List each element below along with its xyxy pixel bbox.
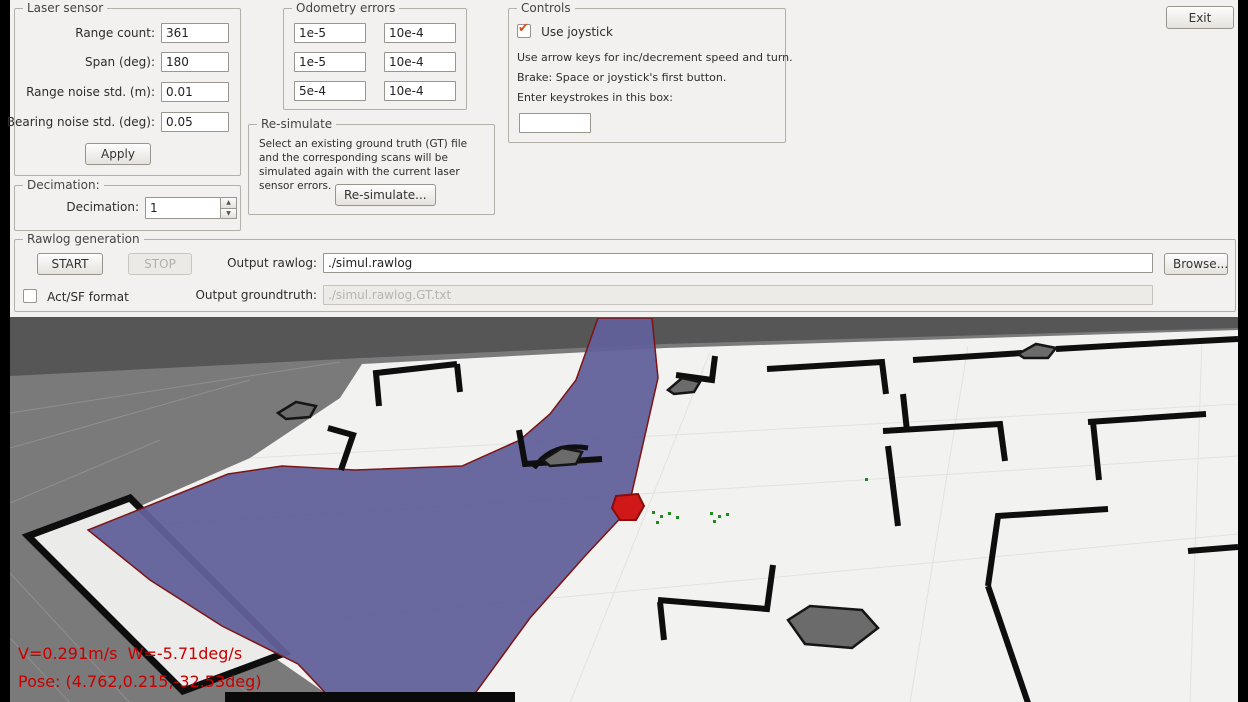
apply-button[interactable]: Apply	[85, 143, 151, 165]
telemetry-pose: Pose: (4.762,0.215,-32.53deg)	[18, 668, 262, 696]
output-rawlog-input[interactable]	[323, 253, 1153, 273]
output-groundtruth-label: Output groundtruth:	[195, 288, 317, 302]
controls-group-title: Controls	[517, 1, 575, 15]
resimulate-group-title: Re-simulate	[257, 117, 336, 131]
resimulate-group: Re-simulate Select an existing ground tr…	[248, 124, 495, 215]
output-rawlog-label: Output rawlog:	[227, 256, 317, 270]
laser-sensor-group-title: Laser sensor	[23, 1, 107, 15]
odometry-error-input-4[interactable]	[384, 52, 456, 72]
keystroke-input[interactable]	[519, 113, 591, 133]
spin-up-icon: ▲	[226, 199, 231, 206]
check-icon: ✔	[518, 22, 529, 36]
spin-down-icon: ▼	[226, 210, 231, 217]
actsf-label: Act/SF format	[47, 290, 129, 304]
use-joystick-label: Use joystick	[541, 25, 613, 39]
decimation-group: Decimation: Decimation: ▲ ▼	[14, 185, 241, 231]
controls-hint-arrows: Use arrow keys for inc/decrement speed a…	[517, 51, 793, 64]
decimation-input[interactable]	[145, 197, 221, 219]
actsf-row: Act/SF format	[23, 286, 129, 305]
resimulate-button[interactable]: Re-simulate...	[335, 184, 436, 206]
decimation-label: Decimation:	[66, 200, 139, 214]
stop-button[interactable]: STOP	[128, 253, 192, 275]
bearing-noise-label: Bearing noise std. (deg):	[7, 115, 155, 129]
browse-button[interactable]: Browse...	[1164, 253, 1228, 275]
laser-sensor-group: Laser sensor Range count: Span (deg): Ra…	[14, 8, 241, 176]
range-count-input[interactable]	[161, 23, 229, 43]
use-joystick-checkbox[interactable]: ✔	[517, 24, 531, 38]
odometry-errors-group: Odometry errors	[283, 8, 467, 110]
span-deg-label: Span (deg):	[85, 55, 155, 69]
start-button[interactable]: START	[37, 253, 103, 275]
exit-button[interactable]: Exit	[1166, 6, 1234, 29]
robot-marker	[612, 494, 644, 520]
simulator-window: Laser sensor Range count: Span (deg): Ra…	[10, 0, 1238, 702]
odometry-error-input-5[interactable]	[294, 81, 366, 101]
output-groundtruth-input	[323, 285, 1153, 305]
spin-down-button[interactable]: ▼	[221, 209, 237, 220]
bottom-wall	[225, 692, 515, 702]
rawlog-generation-group-title: Rawlog generation	[23, 232, 144, 246]
range-count-label: Range count:	[75, 26, 155, 40]
decimation-spinner[interactable]: ▲ ▼	[145, 197, 237, 219]
bearing-noise-input[interactable]	[161, 112, 229, 132]
actsf-checkbox[interactable]	[23, 289, 37, 303]
controls-hint-keystrokes: Enter keystrokes in this box:	[517, 91, 673, 104]
use-joystick-row: ✔ Use joystick	[517, 21, 613, 40]
telemetry-velocity: V=0.291m/s W=-5.71deg/s	[18, 640, 262, 668]
range-noise-label: Range noise std. (m):	[26, 85, 155, 99]
odometry-errors-group-title: Odometry errors	[292, 1, 399, 15]
controls-hint-brake: Brake: Space or joystick's first button.	[517, 71, 726, 84]
controls-group: Controls ✔ Use joystick Use arrow keys f…	[508, 8, 786, 143]
viewport-3d[interactable]: V=0.291m/s W=-5.71deg/s Pose: (4.762,0.2…	[10, 317, 1238, 702]
odometry-error-input-2[interactable]	[384, 23, 456, 43]
spin-up-button[interactable]: ▲	[221, 197, 237, 209]
telemetry: V=0.291m/s W=-5.71deg/s Pose: (4.762,0.2…	[18, 640, 262, 696]
screenshot-stage: Laser sensor Range count: Span (deg): Ra…	[0, 0, 1248, 702]
rawlog-generation-group: Rawlog generation START STOP Output rawl…	[14, 239, 1236, 312]
odometry-error-input-6[interactable]	[384, 81, 456, 101]
range-noise-input[interactable]	[161, 82, 229, 102]
span-deg-input[interactable]	[161, 52, 229, 72]
odometry-error-input-3[interactable]	[294, 52, 366, 72]
decimation-group-title: Decimation:	[23, 178, 104, 192]
odometry-error-input-1[interactable]	[294, 23, 366, 43]
